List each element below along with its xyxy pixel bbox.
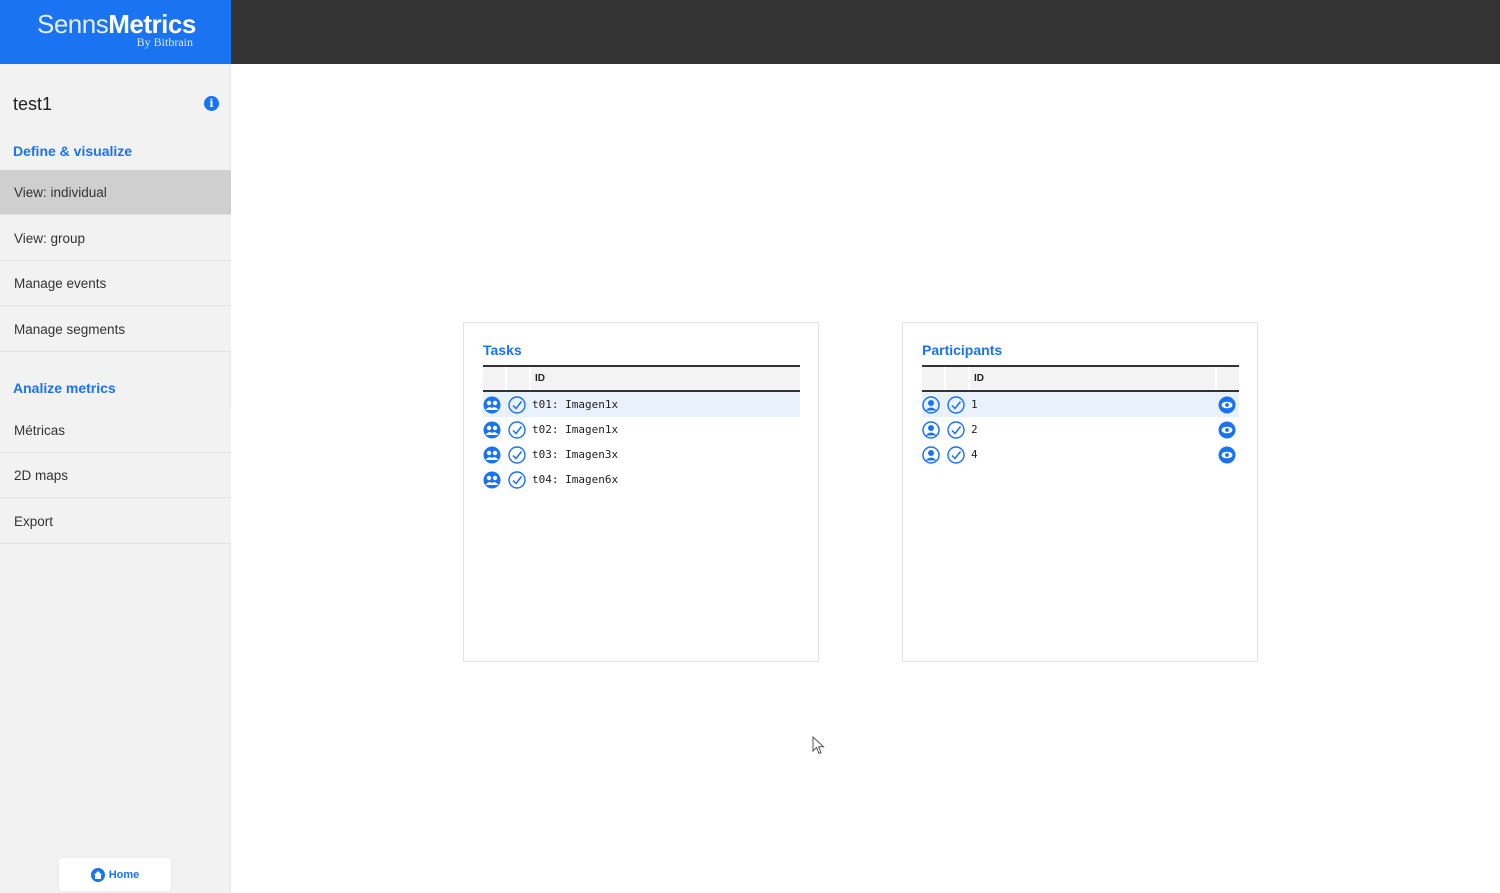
sidebar-item-export[interactable]: Export [0,499,231,544]
participant-row[interactable]: 2 [922,417,1239,442]
participants-header-cell [1217,367,1239,390]
task-row[interactable]: t01: Imagen1x [483,392,800,417]
mouse-cursor-icon [812,736,825,755]
participants-panel: Participants ID 1 2 4 [902,322,1258,662]
participants-header-cell-id[interactable]: ID [970,367,1215,390]
sidebar-item-manage-segments[interactable]: Manage segments [0,307,231,352]
task-row[interactable]: t02: Imagen1x [483,417,800,442]
sidebar-item-manage-events[interactable]: Manage events [0,261,231,306]
logo-light-text: Senns [37,9,109,39]
check-circle-icon [508,421,526,439]
tasks-header-cell [483,367,505,390]
task-row[interactable]: t04: Imagen6x [483,467,800,492]
check-circle-icon [947,446,965,464]
sidebar-item-view-group[interactable]: View: group [0,216,231,261]
participants-header-cell [946,367,968,390]
user-icon [922,396,940,414]
check-circle-icon [508,396,526,414]
check-circle-icon [947,396,965,414]
tasks-panel: Tasks ID t01: Imagen1x t02: Imagen1x t03… [463,322,819,662]
user-icon [922,421,940,439]
home-icon [90,867,105,882]
sidebar-item-metricas[interactable]: Métricas [0,408,231,453]
participant-row[interactable]: 1 [922,392,1239,417]
eye-icon[interactable] [1218,421,1236,439]
group-icon [483,421,501,439]
task-label: t03: Imagen3x [532,448,619,461]
group-icon [483,446,501,464]
tasks-header-cell [507,367,529,390]
participants-table-header: ID [922,365,1239,392]
project-name: test1 [13,94,53,114]
home-button[interactable]: Home [59,858,171,891]
participants-table: ID 1 2 4 [922,365,1239,467]
section-define-visualize: Define & visualize [13,143,133,159]
project-header: test1 i [0,64,231,144]
eye-icon[interactable] [1218,446,1236,464]
participant-label: 1 [971,398,978,411]
participant-label: 2 [971,423,978,436]
participant-row[interactable]: 4 [922,442,1239,467]
tasks-header-cell-id[interactable]: ID [531,367,800,390]
participant-label: 4 [971,448,978,461]
eye-icon[interactable] [1218,396,1236,414]
task-label: t04: Imagen6x [532,473,619,486]
task-label: t01: Imagen1x [532,398,619,411]
task-row[interactable]: t03: Imagen3x [483,442,800,467]
user-icon [922,446,940,464]
info-icon[interactable]: i [204,96,219,111]
tasks-header-id: ID [535,373,545,384]
tasks-table: ID t01: Imagen1x t02: Imagen1x t03: Imag… [483,365,800,492]
check-circle-icon [947,421,965,439]
home-label: Home [108,868,140,881]
check-circle-icon [508,446,526,464]
group-icon [483,471,501,489]
sidebar-item-view-individual[interactable]: View: individual [0,170,231,215]
logo-subtitle: By Bitbrain [136,35,193,49]
section-analize-metrics: Analize metrics [13,380,116,396]
participants-header-id: ID [974,373,984,384]
tasks-title: Tasks [483,342,522,358]
participants-title: Participants [922,342,1003,358]
check-circle-icon [508,471,526,489]
participants-header-cell [922,367,944,390]
tasks-table-header: ID [483,365,800,392]
app-logo[interactable]: SennsMetrics By Bitbrain [0,0,231,64]
task-label: t02: Imagen1x [532,423,619,436]
sidebar: test1 i Define & visualize View: individ… [0,64,231,893]
sidebar-item-2d-maps[interactable]: 2D maps [0,453,231,498]
group-icon [483,396,501,414]
